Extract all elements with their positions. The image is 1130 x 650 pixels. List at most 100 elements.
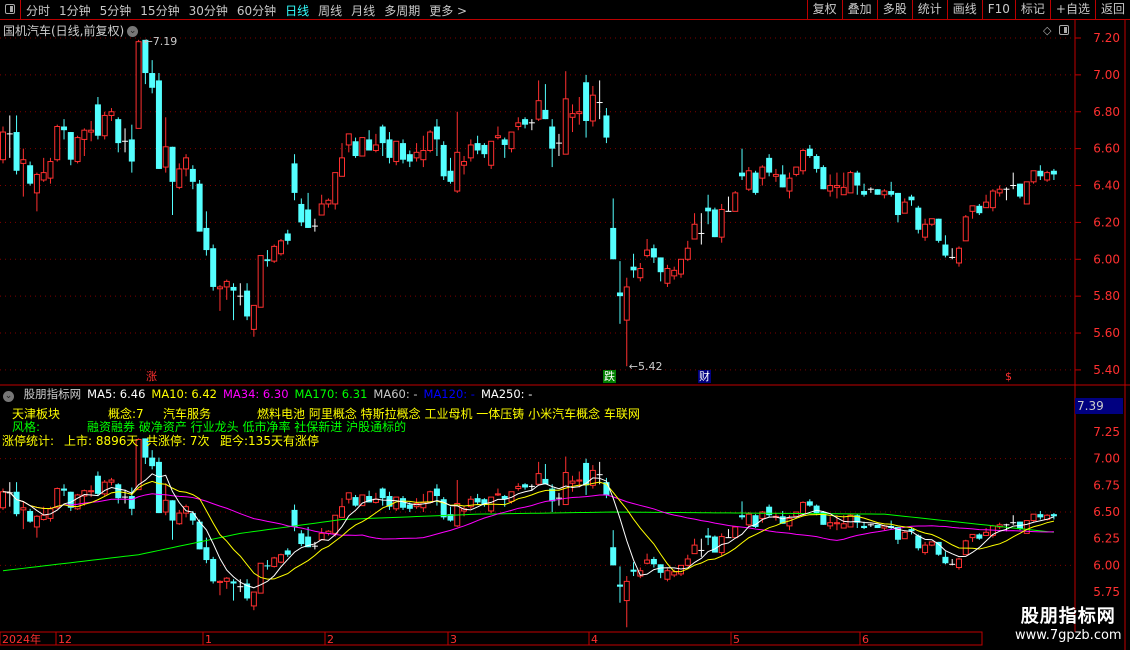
sub-candle — [155, 461, 162, 514]
sub-candle — [284, 550, 291, 555]
sub-candle — [203, 547, 210, 561]
sub-candle — [813, 505, 820, 514]
main-candle — [630, 266, 637, 271]
axis-tick-label: 7.25 — [1093, 425, 1120, 439]
main-candle — [610, 227, 617, 260]
ma-label: MA34: 6.30 — [222, 387, 289, 401]
sub-candle — [1037, 514, 1044, 518]
sub-candle — [494, 493, 501, 496]
sub-candle — [616, 584, 623, 587]
main-candle — [1017, 183, 1023, 197]
sub-candle — [223, 577, 230, 582]
sub-candle — [196, 521, 203, 550]
main-candle — [915, 207, 922, 230]
main-candle — [481, 144, 488, 155]
limit-since: 距今:135天有涨停 — [220, 434, 319, 448]
sub-candle — [976, 534, 983, 539]
main-candle — [494, 135, 501, 139]
sub-candle — [691, 544, 698, 555]
watermark-url: www.7gpzb.com — [1015, 628, 1122, 643]
sub-candle — [291, 509, 298, 527]
main-candle — [1030, 170, 1037, 183]
indicator-name[interactable]: 股朋指标网 — [24, 387, 82, 401]
main-candle — [955, 247, 962, 264]
main-candle — [603, 115, 610, 138]
main-candle — [501, 139, 508, 145]
main-candle — [427, 131, 434, 151]
marker-finance[interactable]: 财 — [698, 370, 711, 383]
chevron-down-icon[interactable]: ⌄ — [3, 391, 14, 402]
main-candle — [515, 122, 522, 128]
main-candle — [298, 203, 305, 223]
high-price-label: ←7.19 — [144, 35, 178, 48]
sub-candle — [874, 524, 881, 529]
main-candle — [942, 244, 949, 256]
main-candle — [196, 183, 203, 232]
time-axis — [0, 631, 983, 646]
main-candle — [223, 280, 230, 288]
main-candle — [47, 161, 54, 179]
sub-candle — [766, 506, 773, 516]
ma-label: MA5: 6.46 — [87, 387, 146, 401]
main-candle — [745, 170, 752, 190]
main-candle — [854, 172, 861, 186]
sub-candle — [623, 580, 630, 602]
sub-candle — [983, 531, 990, 536]
main-candle — [976, 205, 983, 214]
main-candle — [1050, 170, 1057, 175]
main-candle — [305, 209, 312, 228]
main-candle — [786, 177, 793, 192]
main-candle — [616, 292, 623, 297]
axis-tick-label: 6.75 — [1093, 478, 1120, 492]
sub-candle — [664, 570, 671, 580]
main-candle — [800, 149, 807, 172]
sub-candle — [318, 532, 325, 541]
main-candle — [522, 119, 529, 125]
main-candle — [467, 144, 474, 159]
sub-candle — [576, 479, 583, 482]
main-candle — [372, 144, 379, 151]
watermark: 股朋指标网 www.7gpzb.com — [1015, 602, 1122, 643]
main-candle — [176, 168, 183, 188]
sub-candle — [332, 514, 339, 534]
main-candle — [671, 269, 678, 277]
main-candle — [27, 165, 34, 184]
main-candle — [962, 216, 969, 242]
main-candle — [230, 286, 237, 291]
main-candle — [793, 166, 800, 175]
main-candle — [583, 82, 590, 121]
main-candle — [264, 259, 271, 262]
axis-tick-label: 6.00 — [1093, 252, 1120, 266]
axis-tick-label: 7.20 — [1093, 31, 1120, 45]
marker-limit-down[interactable]: 跌 — [603, 370, 616, 383]
marker-dollar[interactable]: $ — [1004, 370, 1013, 383]
ma-label: MA170: 6.31 — [294, 387, 368, 401]
sub-candle — [610, 547, 617, 566]
main-candle — [61, 126, 68, 131]
sub-candle — [684, 558, 691, 566]
main-candle — [779, 174, 786, 188]
sub-candle — [189, 513, 196, 521]
axis-tick-label: 5.60 — [1093, 326, 1120, 340]
limit-total: 共涨停: 7次 — [146, 434, 210, 448]
sub-candle — [671, 571, 678, 576]
sub-candle — [827, 522, 834, 527]
sub-candle — [942, 556, 949, 564]
main-candle — [908, 196, 915, 201]
marker-limit-up[interactable]: 涨 — [145, 370, 158, 383]
axis-tick-label: 5.80 — [1093, 289, 1120, 303]
main-candle — [732, 192, 739, 212]
sub-candle — [115, 484, 122, 499]
time-axis-label: 2 — [327, 633, 334, 646]
main-candle — [277, 240, 284, 255]
main-candle — [840, 186, 847, 196]
main-candle — [81, 129, 88, 140]
sub-candle — [786, 517, 793, 527]
main-candle — [94, 104, 101, 136]
time-axis-label: 3 — [450, 633, 457, 646]
main-candle — [549, 126, 556, 149]
kline-chart[interactable]: 7.20 7.00 6.80 6.60 6.40 6.20 6.00 5.80 5.60 5.40… — [0, 0, 1130, 650]
sub-candle — [732, 526, 739, 539]
ma-label: MA60: - — [373, 387, 418, 401]
current-value-label: 7.39 — [1075, 398, 1123, 414]
